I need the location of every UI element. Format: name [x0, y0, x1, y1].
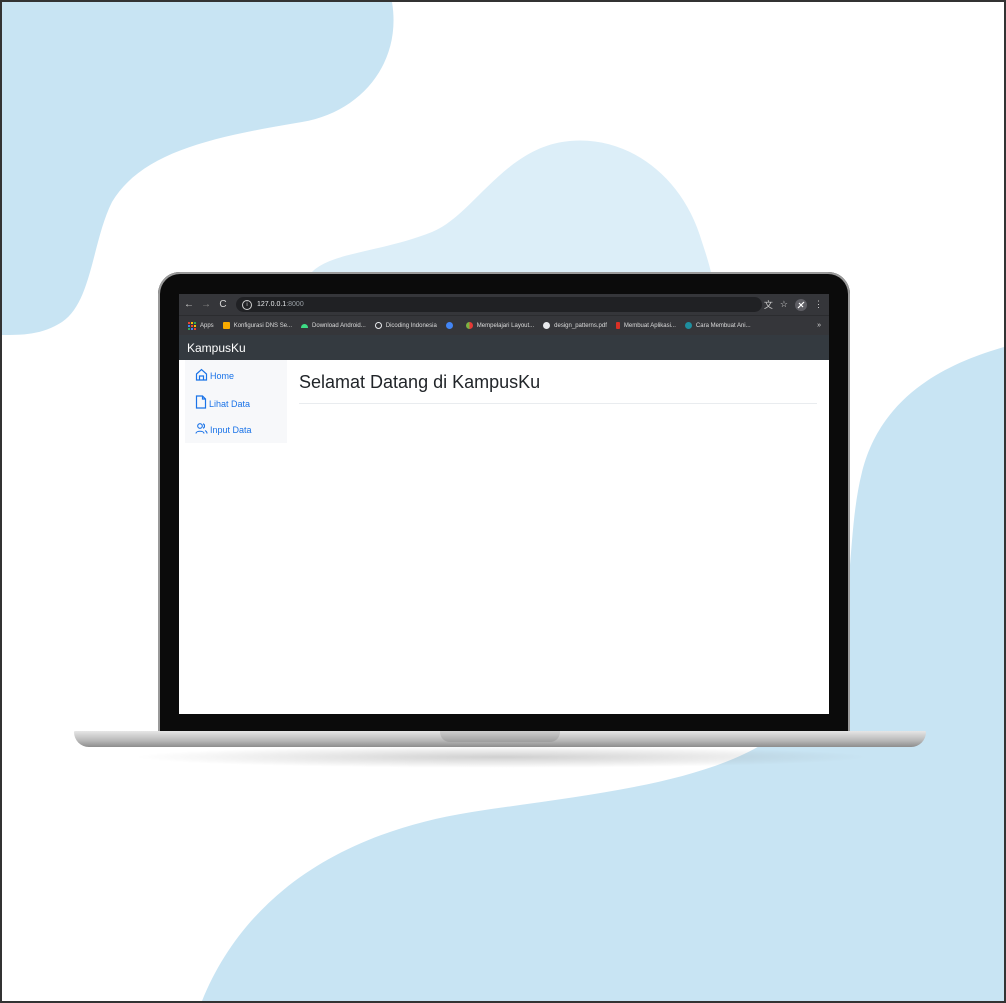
bookmarks-bar: Apps Konfigurasi DNS Se... Download Andr… — [179, 315, 829, 335]
image-frame: ← → C i 127.0.0.1 :8000 文 ☆ ⋮ Apps Konfi… — [0, 0, 1006, 1003]
android-icon — [301, 323, 309, 328]
navbar-brand[interactable]: KampusKu — [187, 341, 246, 355]
bookmark-cara-membuat[interactable]: Cara Membuat Ani... — [684, 322, 751, 329]
reload-button[interactable]: C — [216, 298, 230, 312]
info-icon: i — [242, 299, 252, 310]
sidebar-item-lihat-data[interactable]: Lihat Data — [195, 395, 250, 409]
bookmark-apps[interactable]: Apps — [188, 321, 214, 330]
apps-grid-icon — [188, 321, 196, 330]
sidebar-item-label: Lihat Data — [209, 399, 251, 409]
forward-button[interactable]: → — [199, 298, 213, 312]
bookmark-label: Cara Membuat Ani... — [695, 322, 751, 329]
file-icon — [195, 395, 207, 409]
pdf-icon — [615, 322, 620, 329]
url-host: 127.0.0.1 — [257, 301, 287, 308]
bookmark-label: Mempelajari Layout... — [476, 322, 535, 329]
bookmark-android[interactable]: Download Android... — [301, 323, 366, 329]
address-bar[interactable]: i 127.0.0.1 :8000 — [236, 297, 762, 312]
bookmark-wordpress[interactable] — [445, 322, 457, 329]
browser-toolbar: ← → C i 127.0.0.1 :8000 文 ☆ ⋮ — [179, 294, 829, 315]
bookmark-label: Apps — [200, 322, 214, 329]
sidebar-item-home[interactable]: Home — [195, 368, 234, 381]
back-button[interactable]: ← — [182, 298, 196, 312]
forward-arrow-icon: → — [201, 299, 211, 310]
sidebar-item-label: Home — [210, 371, 235, 381]
sidebar-item-input-data[interactable]: Input Data — [195, 422, 252, 435]
bookmarks-overflow-icon[interactable]: » — [817, 322, 821, 329]
bookmark-design-patterns[interactable]: design_patterns.pdf — [543, 322, 607, 329]
globe-icon — [543, 322, 551, 329]
page-title: Selamat Datang di KampusKu — [299, 372, 541, 392]
laptop-notch — [440, 731, 560, 742]
home-icon — [195, 368, 208, 381]
users-icon — [195, 423, 208, 434]
bookmark-label: design_patterns.pdf — [554, 322, 607, 329]
title-divider — [299, 403, 817, 404]
bookmark-label: Dicoding Indonesia — [385, 322, 437, 329]
circle-icon — [684, 322, 692, 329]
dns-icon — [222, 322, 230, 329]
bookmark-membuat-aplikasi[interactable]: Membuat Aplikasi... — [615, 322, 676, 329]
toolbar-actions: 文 ☆ ⋮ — [764, 298, 829, 311]
sidebar: Home Lihat Data Input Data — [185, 360, 287, 443]
reload-icon: C — [219, 299, 227, 310]
bookmark-layout[interactable]: Mempelajari Layout... — [465, 322, 535, 329]
app-navbar: KampusKu — [179, 335, 829, 360]
bookmark-dns[interactable]: Konfigurasi DNS Se... — [222, 322, 293, 329]
bookmark-label: Membuat Aplikasi... — [623, 322, 676, 329]
laptop-shadow — [132, 746, 872, 768]
bookmark-label: Download Android... — [312, 322, 366, 329]
bookmark-label: Konfigurasi DNS Se... — [233, 322, 293, 329]
back-arrow-icon: ← — [184, 299, 194, 310]
browser-menu-icon[interactable]: ⋮ — [814, 299, 823, 310]
dicoding-icon — [374, 322, 382, 329]
sidebar-item-label: Input Data — [210, 425, 252, 435]
layout-icon — [465, 322, 473, 329]
extension-icon[interactable] — [795, 298, 807, 311]
wordpress-icon — [445, 322, 453, 329]
url-port: :8000 — [286, 301, 304, 308]
translate-icon[interactable]: 文 — [764, 298, 773, 311]
laptop-screen: ← → C i 127.0.0.1 :8000 文 ☆ ⋮ Apps Konfi… — [179, 294, 829, 714]
bookmark-star-icon[interactable]: ☆ — [780, 299, 788, 310]
bookmark-dicoding[interactable]: Dicoding Indonesia — [374, 322, 437, 329]
